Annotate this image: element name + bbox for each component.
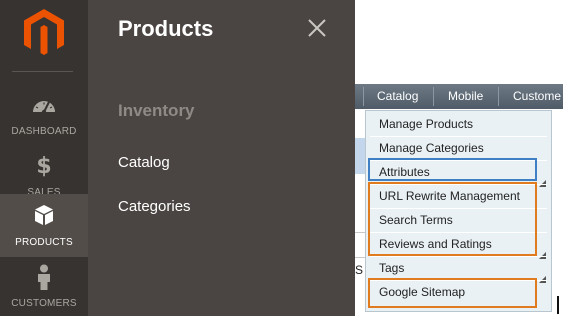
background-page-line <box>355 232 365 233</box>
sidebar-item-label: DASHBOARD <box>11 126 77 137</box>
submenu-arrow-icon <box>539 270 546 283</box>
menu-item-google-sitemap[interactable]: Google Sitemap <box>379 285 465 299</box>
background-page-fragment <box>355 138 365 174</box>
menu-tab-catalog[interactable]: Catalog <box>377 84 418 109</box>
flyout-section-heading: Inventory <box>118 101 195 120</box>
menu-item-manage-products[interactable]: Manage Products <box>379 117 473 131</box>
flyout-link-catalog[interactable]: Catalog <box>118 154 170 171</box>
menu-separator <box>433 87 434 106</box>
box-icon <box>0 202 88 228</box>
background-page-text: S <box>355 263 364 277</box>
menu-item-manage-categories[interactable]: Manage Categories <box>379 141 484 155</box>
sidebar-item-label: CUSTOMERS <box>11 298 77 309</box>
dollar-icon: $ <box>36 153 52 179</box>
background-page-line <box>355 257 365 258</box>
submenu-arrow-icon <box>539 174 546 187</box>
admin-sidebar: DASHBOARD $ SALES PRODUCTS CUSTOMERS <box>0 0 88 316</box>
menu-separator <box>370 232 547 233</box>
magento-logo[interactable] <box>22 7 66 57</box>
menu-separator <box>370 184 547 185</box>
menu-separator <box>370 280 547 281</box>
menu-tab-customers[interactable]: Custome <box>513 84 561 109</box>
dashboard-icon <box>0 92 88 118</box>
sidebar-item-products[interactable]: PRODUCTS <box>0 194 88 257</box>
products-flyout-panel: Products Inventory Catalog Categories <box>88 0 355 316</box>
close-icon[interactable] <box>307 18 327 38</box>
sidebar-item-dashboard[interactable]: DASHBOARD <box>0 84 88 146</box>
menu-separator <box>370 160 547 161</box>
sidebar-divider <box>12 71 73 72</box>
menu-separator <box>363 87 364 106</box>
catalog-dropdown-menu: Manage Products Manage Categories Attrib… <box>365 110 552 312</box>
sidebar-item-customers[interactable]: CUSTOMERS <box>0 256 88 318</box>
flyout-title: Products <box>118 16 214 41</box>
submenu-arrow-icon <box>539 246 546 259</box>
person-icon <box>0 264 88 290</box>
menu-item-url-rewrite-management[interactable]: URL Rewrite Management <box>379 189 520 203</box>
menu-item-reviews-and-ratings[interactable]: Reviews and Ratings <box>379 237 492 251</box>
menu-separator <box>370 208 547 209</box>
menu-separator <box>370 256 547 257</box>
menu-item-attributes[interactable]: Attributes <box>379 165 430 179</box>
menu-separator <box>370 136 547 137</box>
menu-item-tags[interactable]: Tags <box>379 261 404 275</box>
flyout-link-categories[interactable]: Categories <box>118 198 191 215</box>
menu-separator <box>498 87 499 106</box>
text-cursor <box>557 296 559 314</box>
menu-item-search-terms[interactable]: Search Terms <box>379 213 453 227</box>
sidebar-item-label: PRODUCTS <box>15 237 73 248</box>
legacy-top-menu: Catalog Mobile Custome <box>355 84 563 109</box>
menu-tab-mobile[interactable]: Mobile <box>448 84 483 109</box>
